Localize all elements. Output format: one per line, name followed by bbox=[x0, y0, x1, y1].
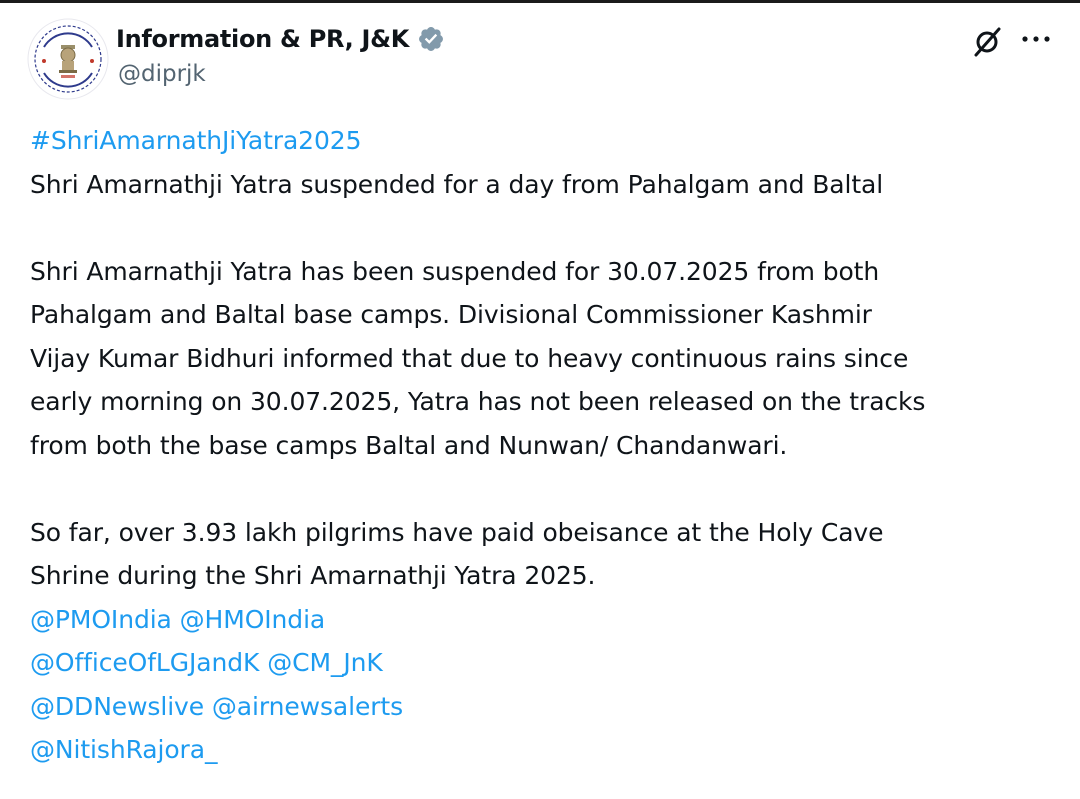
paragraph1-line: early morning on 30.07.2025, Yatra has n… bbox=[30, 387, 926, 416]
paragraph1-line: Pahalgam and Baltal base camps. Division… bbox=[30, 300, 872, 329]
mentions-line: @OfficeOfLGJandK @CM_JnK bbox=[30, 641, 1060, 685]
mentions-line: @PMOIndia @HMOIndia bbox=[30, 598, 1060, 642]
paragraph2-line: Shrine during the Shri Amarnathji Yatra … bbox=[30, 561, 596, 590]
more-options-icon[interactable] bbox=[1018, 29, 1054, 49]
author-handle[interactable]: @diprjk bbox=[118, 61, 206, 87]
mention-nitishrajora-link[interactable]: @NitishRajora_ bbox=[30, 735, 217, 764]
mentions-line: @DDNewslive @airnewsalerts bbox=[30, 685, 1060, 729]
paragraph1-line: Vijay Kumar Bidhuri informed that due to… bbox=[30, 343, 909, 373]
mentions-line: @NitishRajora_ bbox=[30, 728, 1060, 772]
author-name-row: Information & PR, J&K bbox=[116, 23, 445, 55]
author-display-name[interactable]: Information & PR, J&K bbox=[116, 25, 409, 53]
mention-officeoflg-link[interactable]: @OfficeOfLGJandK bbox=[30, 648, 259, 677]
paragraph2-line: So far, over 3.93 lakh pilgrims have pai… bbox=[30, 517, 884, 547]
hashtag-link[interactable]: #ShriAmarnathJiYatra2025 bbox=[30, 126, 362, 155]
paragraph1-line: Shri Amarnathji Yatra has been suspended… bbox=[30, 256, 880, 286]
tweet-card: Information & PR, J&K @diprjk #ShriAmarn… bbox=[0, 0, 1080, 799]
emblem-seal-logo bbox=[27, 18, 109, 100]
tweet-text: #ShriAmarnathJiYatra2025 Shri Amarnathji… bbox=[30, 119, 1060, 772]
mention-cm-jnk-link[interactable]: @CM_JnK bbox=[267, 648, 383, 677]
mention-ddnewslive-link[interactable]: @DDNewslive bbox=[30, 692, 204, 721]
mention-pmoindia-link[interactable]: @PMOIndia bbox=[30, 605, 172, 634]
tweet-headline: Shri Amarnathji Yatra suspended for a da… bbox=[30, 169, 884, 199]
mention-hmoindia-link[interactable]: @HMOIndia bbox=[180, 605, 326, 634]
author-avatar[interactable] bbox=[26, 17, 110, 101]
mention-airnewsalerts-link[interactable]: @airnewsalerts bbox=[212, 692, 403, 721]
grok-icon[interactable] bbox=[970, 25, 1004, 59]
paragraph1-line: from both the base camps Baltal and Nunw… bbox=[30, 430, 788, 460]
verified-badge-icon bbox=[419, 27, 444, 51]
